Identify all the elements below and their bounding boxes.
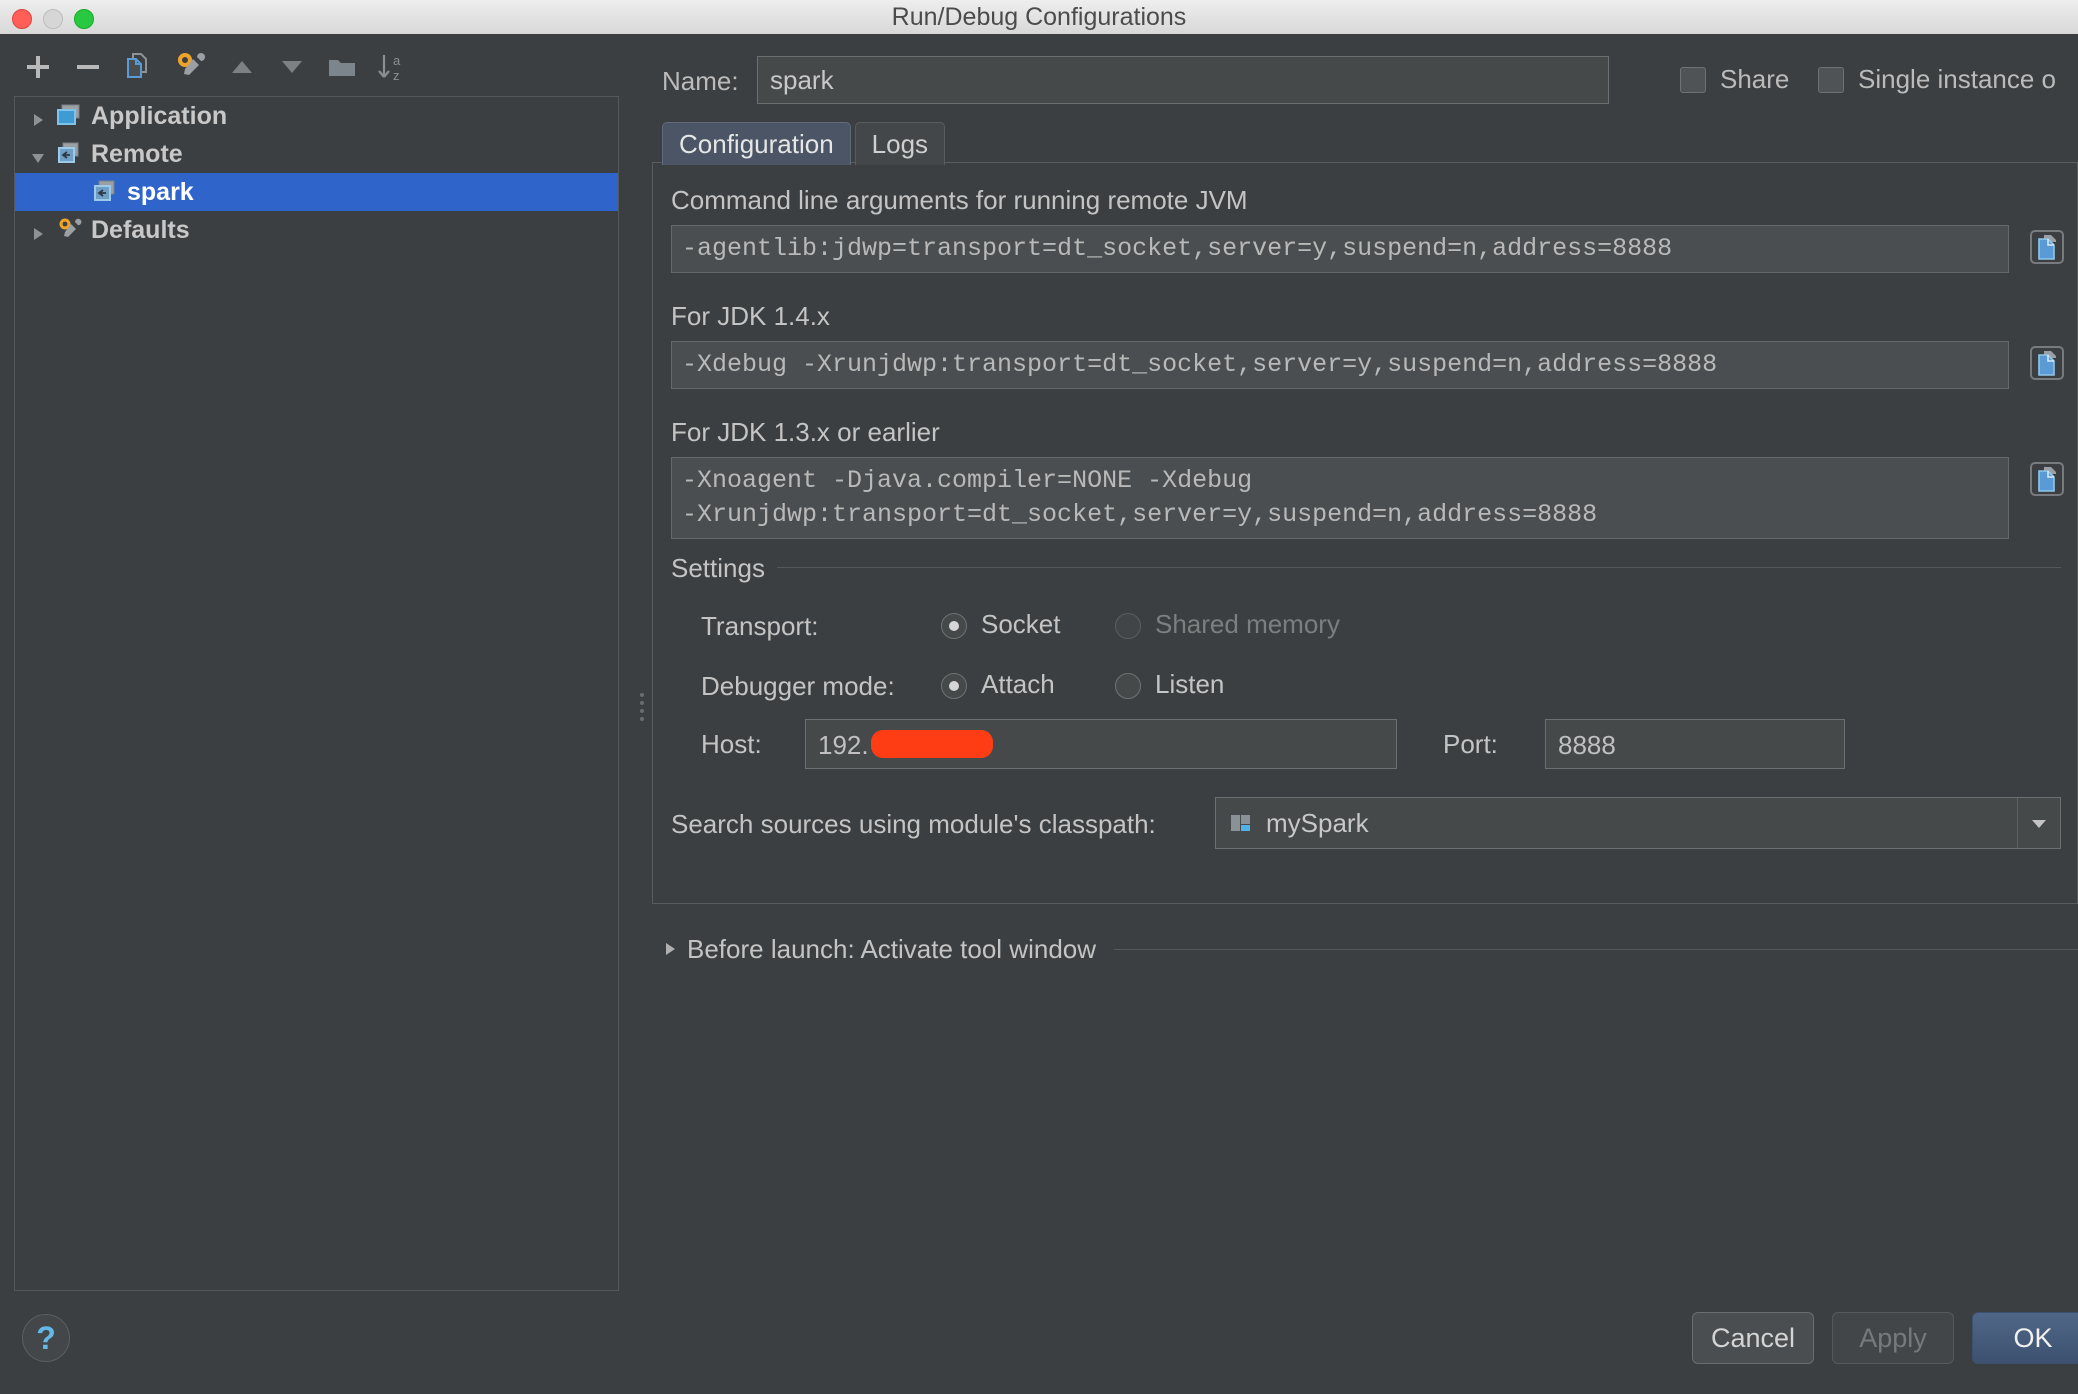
configuration-tab-panel: Command line arguments for running remot… bbox=[652, 162, 2078, 904]
single-instance-checkbox[interactable] bbox=[1818, 66, 1844, 93]
tab-logs[interactable]: Logs bbox=[854, 122, 946, 165]
remote-icon bbox=[55, 140, 83, 168]
chevron-down-icon[interactable] bbox=[2017, 798, 2060, 848]
new-folder-button[interactable] bbox=[322, 48, 362, 86]
port-label: Port: bbox=[1443, 729, 1498, 759]
tab-configuration[interactable]: Configuration bbox=[662, 122, 851, 165]
plus-icon bbox=[27, 56, 49, 78]
help-button[interactable]: ? bbox=[22, 1314, 70, 1362]
window-title: Run/Debug Configurations bbox=[891, 3, 1187, 31]
edit-defaults-button[interactable] bbox=[170, 48, 210, 86]
dialog-footer: ? Cancel Apply OK bbox=[0, 1294, 2078, 1394]
debugger-mode-listen-radio[interactable] bbox=[1115, 673, 1141, 699]
transport-label: Transport: bbox=[701, 611, 819, 641]
copy-pages-icon bbox=[127, 53, 147, 78]
tree-item-spark[interactable]: spark bbox=[15, 173, 618, 211]
twisty-collapsed-icon[interactable] bbox=[666, 943, 675, 955]
remote-icon bbox=[91, 178, 119, 206]
configurations-tree[interactable]: Application Remote spark Defaults bbox=[14, 96, 619, 1291]
configurations-toolbar: a z bbox=[0, 34, 635, 96]
host-redaction-block bbox=[871, 730, 993, 758]
debugger-mode-label: Debugger mode: bbox=[701, 671, 895, 701]
before-launch-section[interactable]: Before launch: Activate tool window bbox=[652, 929, 2078, 969]
copy-to-clipboard-icon-1[interactable] bbox=[2025, 225, 2069, 269]
copy-to-clipboard-icon-2[interactable] bbox=[2025, 341, 2069, 385]
triangle-up-icon bbox=[232, 61, 252, 73]
wrench-gear-icon bbox=[55, 216, 83, 244]
triangle-down-icon bbox=[282, 61, 302, 73]
share-checkbox[interactable] bbox=[1680, 66, 1706, 93]
tree-item-application[interactable]: Application bbox=[15, 97, 618, 135]
svg-text:z: z bbox=[393, 68, 400, 83]
jdk14-value[interactable]: -Xdebug -Xrunjdwp:transport=dt_socket,se… bbox=[671, 341, 2009, 389]
wrench-gear-icon bbox=[178, 53, 205, 75]
application-icon bbox=[55, 102, 83, 130]
classpath-label: Search sources using module's classpath: bbox=[671, 809, 1156, 839]
name-input[interactable] bbox=[757, 56, 1609, 104]
debugger-mode-listen-label: Listen bbox=[1155, 669, 1225, 699]
copy-configuration-button[interactable] bbox=[118, 48, 158, 86]
single-instance-label: Single instance o bbox=[1858, 64, 2057, 94]
twisty-collapsed-icon[interactable] bbox=[29, 221, 47, 240]
classpath-value: mySpark bbox=[1266, 807, 1369, 838]
tree-item-defaults[interactable]: Defaults bbox=[15, 211, 618, 249]
share-label: Share bbox=[1720, 64, 1790, 94]
share-checkbox-group[interactable]: Share bbox=[1680, 64, 1789, 95]
copy-to-clipboard-icon-3[interactable] bbox=[2025, 457, 2069, 501]
before-launch-label: Before launch: Activate tool window bbox=[687, 933, 1097, 964]
window-title-bar: Run/Debug Configurations bbox=[0, 0, 2078, 35]
transport-socket-label: Socket bbox=[981, 609, 1061, 639]
transport-shared-memory-label: Shared memory bbox=[1155, 609, 1340, 639]
cmdline-value[interactable]: -agentlib:jdwp=transport=dt_socket,serve… bbox=[671, 225, 2009, 273]
transport-socket-radio[interactable] bbox=[941, 613, 967, 639]
tree-item-label: Remote bbox=[91, 139, 183, 168]
name-row: Name: Share Single instance o bbox=[652, 56, 2078, 104]
twisty-collapsed-icon[interactable] bbox=[29, 107, 47, 126]
transport-shared-memory-radio bbox=[1115, 613, 1141, 639]
module-icon bbox=[1228, 810, 1254, 836]
jdk13-value[interactable]: -Xnoagent -Djava.compiler=NONE -Xdebug -… bbox=[671, 457, 2009, 539]
name-label: Name: bbox=[662, 66, 739, 96]
configurations-panel: a z Application Remote spark Defaults bbox=[0, 34, 635, 1294]
move-down-button[interactable] bbox=[272, 48, 312, 86]
run-debug-configurations-dialog: Run/Debug Configurations a z Application… bbox=[0, 0, 2078, 1394]
before-launch-divider bbox=[1114, 948, 2078, 950]
jdk14-label: For JDK 1.4.x bbox=[671, 301, 830, 331]
minus-icon bbox=[77, 65, 99, 69]
dialog-content: a z Application Remote spark Defaults Na… bbox=[0, 34, 2078, 1394]
settings-group-divider bbox=[671, 567, 2061, 568]
debugger-mode-attach-label: Attach bbox=[981, 669, 1055, 699]
add-configuration-button[interactable] bbox=[18, 48, 58, 86]
tree-item-label: Application bbox=[91, 101, 228, 130]
settings-group-title: Settings bbox=[671, 553, 777, 584]
debugger-mode-attach-radio[interactable] bbox=[941, 673, 967, 699]
jdk13-label: For JDK 1.3.x or earlier bbox=[671, 417, 940, 447]
remove-configuration-button[interactable] bbox=[68, 48, 108, 86]
single-instance-checkbox-group[interactable]: Single instance o bbox=[1818, 64, 2056, 95]
tree-item-remote[interactable]: Remote bbox=[15, 135, 618, 173]
twisty-expanded-icon[interactable] bbox=[29, 145, 47, 163]
sort-button[interactable]: a z bbox=[372, 48, 412, 86]
host-label: Host: bbox=[701, 729, 762, 759]
cancel-button[interactable]: Cancel bbox=[1692, 1312, 1814, 1364]
sort-az-icon: a z bbox=[378, 53, 401, 83]
ok-button[interactable]: OK bbox=[1972, 1312, 2078, 1364]
classpath-combobox[interactable]: mySpark bbox=[1215, 797, 2061, 849]
svg-text:a: a bbox=[393, 53, 401, 68]
port-input[interactable]: 8888 bbox=[1545, 719, 1845, 769]
editor-tabs: Configuration Logs bbox=[662, 122, 949, 165]
tree-item-label: spark bbox=[127, 177, 194, 206]
configuration-editor-panel: Name: Share Single instance o Configurat… bbox=[652, 34, 2078, 1294]
apply-button: Apply bbox=[1832, 1312, 1954, 1364]
cmdline-label: Command line arguments for running remot… bbox=[671, 185, 1248, 215]
panel-splitter-handle[interactable] bbox=[638, 689, 646, 721]
move-up-button[interactable] bbox=[222, 48, 262, 86]
folder-icon bbox=[329, 60, 355, 76]
tree-item-label: Defaults bbox=[91, 215, 190, 244]
